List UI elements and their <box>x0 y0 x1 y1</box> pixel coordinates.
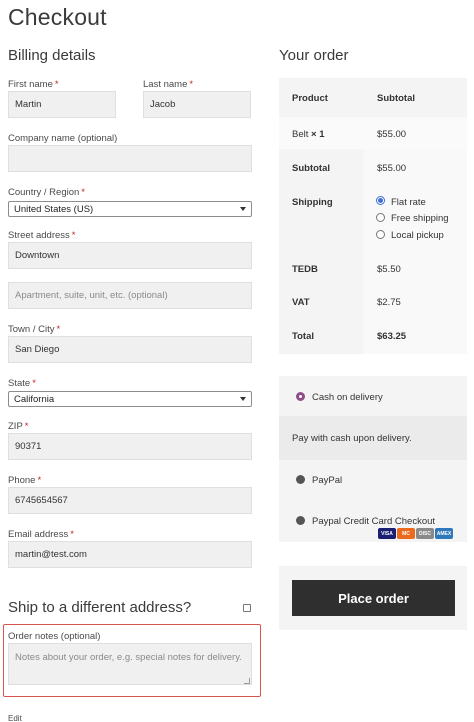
subtotal-value: $55.00 <box>377 163 407 174</box>
state-select[interactable]: California <box>8 391 252 407</box>
subtotal-label: Subtotal <box>292 163 330 174</box>
order-item-price: $55.00 <box>377 129 407 140</box>
radio-selected-dot <box>378 198 383 203</box>
vat-value: $2.75 <box>377 297 401 308</box>
street-label: Street address * <box>8 230 76 241</box>
order-notes-label: Order notes (optional) <box>8 631 101 642</box>
shipping-option-pickup-radio[interactable] <box>376 230 385 239</box>
town-field[interactable]: San Diego <box>8 336 252 363</box>
page-title: Checkout <box>8 4 107 30</box>
ship-different-checkbox[interactable] <box>243 604 251 612</box>
discover-card-icon: DISC <box>416 528 434 539</box>
state-selected-value: California <box>14 393 55 405</box>
order-item-name: Belt × 1 <box>292 129 325 140</box>
tedb-value: $5.50 <box>377 264 401 275</box>
phone-field[interactable]: 6745654567 <box>8 487 252 514</box>
zip-field[interactable]: 90371 <box>8 433 252 460</box>
place-order-button[interactable]: Place order <box>292 580 455 616</box>
street-address-2-field[interactable]: Apartment, suite, unit, etc. (optional) <box>8 282 252 309</box>
card-logos: VISA MC DISC AMEX <box>378 528 453 539</box>
payment-paypal-radio[interactable] <box>296 475 305 484</box>
first-name-field[interactable]: Martin <box>8 91 116 118</box>
order-values-column-bg <box>363 149 467 354</box>
country-select[interactable]: United States (US) <box>8 201 252 217</box>
payment-paypal-label[interactable]: PayPal <box>312 475 342 486</box>
payment-cod-label[interactable]: Cash on delivery <box>312 392 383 403</box>
payment-paypal-cc-radio[interactable] <box>296 516 305 525</box>
vat-label: VAT <box>292 297 310 308</box>
last-name-field[interactable]: Jacob <box>143 91 251 118</box>
tedb-label: TEDB <box>292 264 318 275</box>
town-label: Town / City * <box>8 324 61 335</box>
payment-cod-radio[interactable] <box>296 392 305 401</box>
total-label: Total <box>292 331 314 342</box>
col-subtotal-header: Subtotal <box>377 93 415 104</box>
first-name-label: First name * <box>8 79 59 90</box>
email-field[interactable]: martin@test.com <box>8 541 252 568</box>
email-label: Email address * <box>8 529 74 540</box>
chevron-down-icon <box>240 397 246 401</box>
company-field[interactable] <box>8 145 252 172</box>
resize-handle-icon[interactable] <box>244 678 250 684</box>
country-label: Country / Region * <box>8 187 85 198</box>
total-value: $63.25 <box>377 331 407 342</box>
your-order-title: Your order <box>279 47 349 64</box>
last-name-label: Last name * <box>143 79 194 90</box>
order-notes-textarea[interactable]: Notes about your order, e.g. special not… <box>8 643 252 685</box>
edit-link[interactable]: Edit <box>8 714 22 722</box>
zip-label: ZIP * <box>8 421 29 432</box>
payment-paypal-cc-label[interactable]: Paypal Credit Card Checkout <box>312 516 435 527</box>
shipping-option-flat-rate-radio[interactable] <box>376 196 385 205</box>
mastercard-card-icon: MC <box>397 528 415 539</box>
visa-card-icon: VISA <box>378 528 396 539</box>
company-label: Company name (optional) <box>8 133 118 144</box>
shipping-option-free-label: Free shipping <box>391 213 449 224</box>
shipping-option-pickup-label: Local pickup <box>391 230 444 241</box>
chevron-down-icon <box>240 207 246 211</box>
phone-label: Phone * <box>8 475 42 486</box>
street-address-field[interactable]: Downtown <box>8 242 252 269</box>
shipping-option-free-radio[interactable] <box>376 213 385 222</box>
shipping-option-flat-rate-label: Flat rate <box>391 197 426 208</box>
col-product-header: Product <box>292 93 328 104</box>
payment-cod-description: Pay with cash upon delivery. <box>292 433 412 444</box>
country-selected-value: United States (US) <box>14 203 94 215</box>
state-label: State * <box>8 378 36 389</box>
shipping-label: Shipping <box>292 197 333 208</box>
ship-different-title: Ship to a different address? <box>8 599 192 616</box>
billing-title: Billing details <box>8 47 96 64</box>
amex-card-icon: AMEX <box>435 528 453 539</box>
